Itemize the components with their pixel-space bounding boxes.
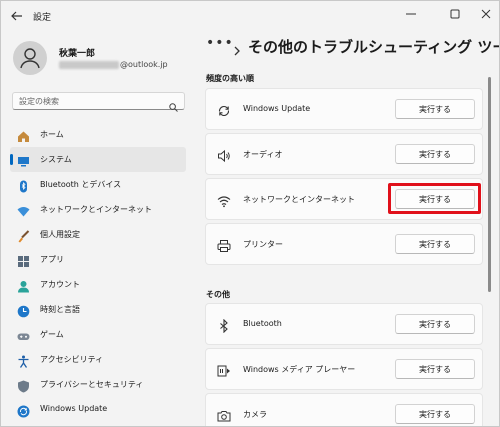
sidebar-item-label: 個人用設定 [40, 230, 80, 239]
sidebar-item-accessibility[interactable]: アクセシビリティ [10, 347, 186, 372]
profile-email: @outlook.jp [59, 60, 168, 69]
sidebar-item-label: システム [40, 155, 72, 164]
search-icon[interactable] [169, 97, 178, 116]
wifi-icon [17, 203, 30, 217]
sidebar-item-label: ホーム [40, 130, 64, 139]
run-button[interactable]: 実行する [395, 404, 475, 424]
close-button[interactable] [475, 5, 497, 23]
system-icon [17, 153, 30, 167]
sidebar-item-label: Windows Update [40, 404, 108, 413]
sidebar-item-system[interactable]: システム [10, 147, 186, 172]
troubleshooter-media-player: Windows メディア プレーヤー 実行する [205, 348, 483, 390]
sidebar-item-network[interactable]: ネットワークとインターネット [10, 197, 186, 222]
accessibility-icon [17, 353, 30, 368]
minimize-button[interactable] [400, 5, 422, 23]
sidebar-item-label: Bluetooth とデバイス [40, 180, 122, 189]
refresh-icon [217, 103, 231, 117]
windows-update-icon [17, 403, 30, 418]
sidebar-item-personalization[interactable]: 個人用設定 [10, 222, 186, 247]
settings-search[interactable] [12, 92, 185, 112]
media-player-icon [217, 363, 231, 377]
sidebar-item-label: アプリ [40, 255, 64, 264]
sidebar-item-apps[interactable]: アプリ [10, 247, 186, 272]
sidebar-nav: ホーム システム Bluetooth とデバイス ネットワークとインターネット … [10, 122, 186, 422]
troubleshooter-label: Windows Update [243, 104, 311, 113]
run-button[interactable]: 実行する [395, 234, 475, 254]
gamepad-icon [17, 328, 30, 341]
sidebar-item-label: ゲーム [40, 330, 64, 339]
app-title: 設定 [33, 13, 52, 23]
sidebar-item-gaming[interactable]: ゲーム [10, 322, 186, 347]
run-button[interactable]: 実行する [395, 99, 475, 119]
troubleshooter-printer: プリンター 実行する [205, 223, 483, 265]
troubleshooter-windows-update: Windows Update 実行する [205, 88, 483, 130]
troubleshooter-label: Bluetooth [243, 319, 282, 328]
bluetooth-devices-icon [17, 178, 30, 193]
sidebar-item-windows-update[interactable]: Windows Update [10, 397, 186, 422]
section-heading-frequent: 頻度の高い順 [206, 74, 254, 83]
troubleshooter-label: カメラ [243, 410, 267, 419]
sidebar-item-bluetooth-devices[interactable]: Bluetooth とデバイス [10, 172, 186, 197]
run-button[interactable]: 実行する [395, 144, 475, 164]
troubleshooter-label: オーディオ [243, 150, 283, 159]
maximize-button[interactable] [444, 5, 466, 23]
section-heading-other: その他 [206, 290, 230, 299]
title-bar: 設定 [1, 1, 499, 31]
troubleshooter-label: プリンター [243, 240, 283, 249]
wifi-icon [217, 193, 231, 208]
sidebar-item-label: ネットワークとインターネット [40, 205, 152, 214]
redacted-email-part [59, 60, 119, 69]
shield-icon [17, 378, 30, 393]
speaker-icon [217, 148, 231, 163]
troubleshooter-camera: カメラ 実行する [205, 393, 483, 426]
sidebar-item-label: 時刻と言語 [40, 305, 80, 314]
bluetooth-icon [217, 318, 231, 334]
sidebar-item-label: アカウント [40, 280, 80, 289]
highlight-box [388, 183, 481, 214]
sidebar-item-label: プライバシーとセキュリティ [40, 380, 144, 389]
troubleshooter-audio: オーディオ 実行する [205, 133, 483, 175]
home-icon [17, 128, 30, 142]
account-icon [17, 278, 30, 293]
sidebar-item-time-language[interactable]: 時刻と言語 [10, 297, 186, 322]
brush-icon [17, 228, 30, 243]
troubleshooter-label: Windows メディア プレーヤー [243, 365, 356, 374]
settings-window: 設定 秋葉一郎 @outlook.jp ホーム システム [0, 0, 500, 427]
troubleshooter-bluetooth: Bluetooth 実行する [205, 303, 483, 345]
profile-email-domain: @outlook.jp [120, 60, 168, 69]
troubleshooter-network: ネットワークとインターネット 実行する [205, 178, 483, 220]
sidebar-item-privacy-security[interactable]: プライバシーとセキュリティ [10, 372, 186, 397]
printer-icon [217, 238, 231, 252]
camera-icon [217, 408, 231, 422]
breadcrumb-more[interactable]: ••• [206, 35, 234, 51]
avatar [13, 41, 47, 75]
page-title: その他のトラブルシューティング ツール [248, 38, 500, 56]
back-arrow-icon[interactable] [9, 8, 25, 24]
sidebar-item-home[interactable]: ホーム [10, 122, 186, 147]
apps-icon [17, 253, 30, 267]
chevron-right-icon [233, 41, 241, 60]
search-input[interactable] [19, 95, 169, 107]
run-button[interactable]: 実行する [395, 359, 475, 379]
run-button[interactable]: 実行する [395, 314, 475, 334]
troubleshooter-label: ネットワークとインターネット [243, 195, 355, 204]
scrollbar[interactable] [488, 77, 491, 292]
sidebar-item-accounts[interactable]: アカウント [10, 272, 186, 297]
profile-name: 秋葉一郎 [59, 49, 96, 59]
time-language-icon [17, 303, 30, 318]
sidebar-item-label: アクセシビリティ [40, 355, 104, 364]
